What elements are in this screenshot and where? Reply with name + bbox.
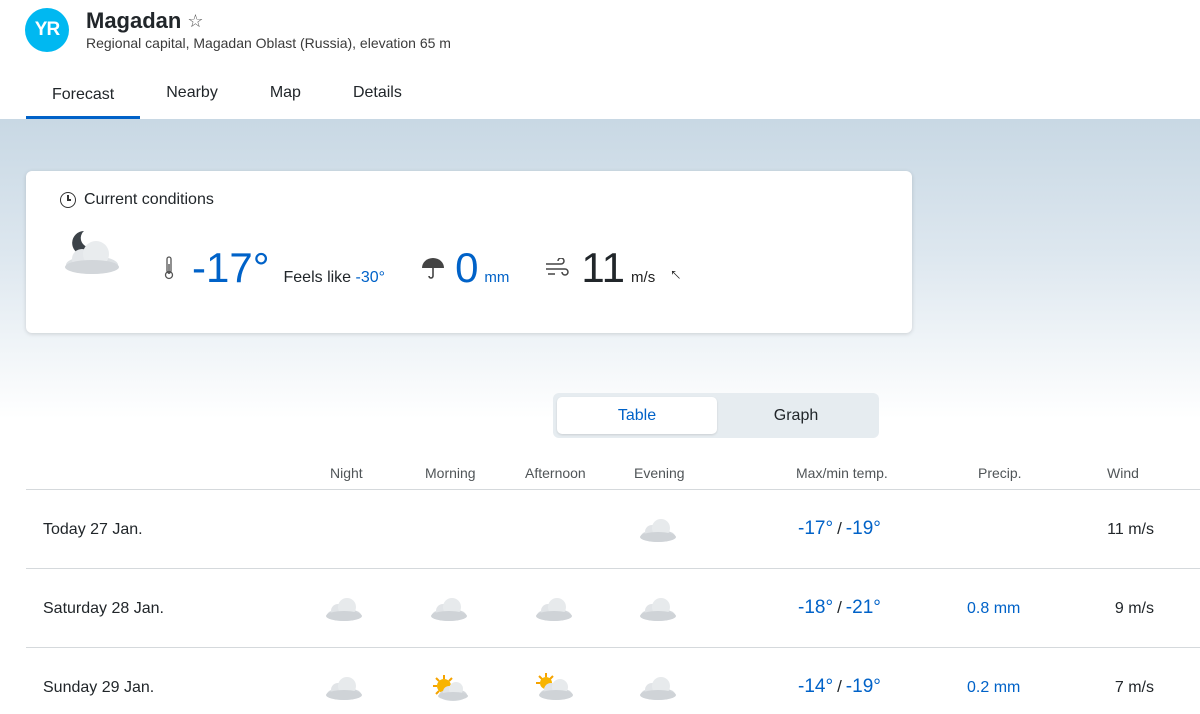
precip-unit: mm bbox=[484, 269, 510, 286]
header-precip: Precip. bbox=[978, 465, 1022, 481]
max-min-temp: -14° / -19° bbox=[798, 676, 881, 698]
min-temp: -19° bbox=[845, 676, 881, 697]
day-label[interactable]: Saturday 28 Jan. bbox=[43, 600, 164, 618]
current-conditions-heading: Current conditions bbox=[60, 191, 214, 209]
table-header: Night Morning Afternoon Evening Max/min … bbox=[26, 455, 1200, 490]
feels-like-label: Feels like bbox=[283, 269, 356, 286]
cloud-icon-afternoon bbox=[536, 598, 572, 621]
header-evening: Evening bbox=[634, 465, 685, 481]
current-wind-speed: 11 bbox=[581, 244, 626, 291]
temp-separator: / bbox=[837, 598, 842, 617]
page-title: Magadan bbox=[86, 8, 182, 33]
cloud-icon-night bbox=[326, 598, 362, 621]
header-morning: Morning bbox=[425, 465, 476, 481]
max-temp: -14° bbox=[798, 676, 834, 697]
view-toggle: Table Graph bbox=[553, 393, 879, 438]
min-temp: -19° bbox=[845, 518, 881, 539]
header-wind: Wind bbox=[1107, 465, 1139, 481]
day-label[interactable]: Today 27 Jan. bbox=[43, 521, 143, 539]
clock-icon bbox=[60, 192, 76, 208]
partly-sunny-icon-morning bbox=[433, 675, 468, 701]
precipitation-value: 0.2 mm bbox=[967, 679, 1021, 696]
tab-forecast[interactable]: Forecast bbox=[26, 78, 141, 119]
max-min-temp: -18° / -21° bbox=[798, 597, 881, 619]
forecast-row[interactable]: Today 27 Jan. -17° / -19° 11 m/s bbox=[26, 490, 1200, 569]
current-temperature: -17° bbox=[192, 244, 270, 291]
wind-value: 11 m/s bbox=[1107, 521, 1154, 538]
min-temp: -21° bbox=[845, 597, 881, 618]
tab-details[interactable]: Details bbox=[327, 78, 428, 119]
current-values-row: -17° Feels like -30° 0 mm 11 m/s → bbox=[164, 244, 687, 291]
partly-cloudy-night-icon bbox=[65, 231, 119, 274]
table-view-button[interactable]: Table bbox=[557, 397, 717, 434]
feels-like: Feels like -30° bbox=[284, 269, 386, 287]
header: YR Magadan ☆ Regional capital, Magadan O… bbox=[0, 0, 1200, 120]
wind-unit: m/s bbox=[631, 269, 656, 286]
yr-logo[interactable]: YR bbox=[25, 8, 69, 52]
max-temp: -18° bbox=[798, 597, 834, 618]
header-maxmin: Max/min temp. bbox=[796, 465, 888, 481]
cloud-icon-evening bbox=[640, 598, 676, 621]
temp-separator: / bbox=[837, 519, 842, 538]
precipitation-value: 0.8 mm bbox=[967, 600, 1021, 617]
favorite-star-icon[interactable]: ☆ bbox=[187, 11, 203, 32]
wind-direction-arrow-icon: → bbox=[660, 263, 688, 291]
forecast-table: Night Morning Afternoon Evening Max/min … bbox=[26, 455, 1200, 714]
temp-separator: / bbox=[837, 677, 842, 696]
partly-sunny-icon-afternoon bbox=[536, 673, 573, 700]
max-min-temp: -17° / -19° bbox=[798, 518, 881, 540]
cloud-icon-evening bbox=[640, 519, 676, 542]
wind-icon bbox=[546, 258, 570, 276]
location-subtitle: Regional capital, Magadan Oblast (Russia… bbox=[86, 35, 451, 51]
forecast-row[interactable]: Sunday 29 Jan. -14° / -19° 0.2 mm 7 m/s bbox=[26, 648, 1200, 714]
feels-like-value: -30° bbox=[355, 269, 386, 286]
header-night: Night bbox=[330, 465, 363, 481]
cloud-icon-morning bbox=[431, 598, 467, 621]
tab-bar: Forecast Nearby Map Details bbox=[26, 78, 428, 119]
current-precipitation: 0 bbox=[455, 244, 479, 291]
wind-value: 7 m/s bbox=[1114, 679, 1154, 696]
cloud-icon-night bbox=[326, 677, 362, 700]
current-conditions-card: Current conditions -17° Feels like -30° … bbox=[26, 171, 912, 333]
max-temp: -17° bbox=[798, 518, 834, 539]
cloud-icon-evening bbox=[640, 677, 676, 700]
thermometer-icon bbox=[164, 256, 174, 280]
header-afternoon: Afternoon bbox=[525, 465, 586, 481]
day-label[interactable]: Sunday 29 Jan. bbox=[43, 679, 154, 697]
title-row: Magadan ☆ bbox=[86, 8, 204, 34]
umbrella-icon bbox=[422, 258, 445, 279]
tab-nearby[interactable]: Nearby bbox=[140, 78, 244, 119]
graph-view-button[interactable]: Graph bbox=[716, 397, 876, 434]
forecast-row[interactable]: Saturday 28 Jan. -18° / -21° 0.8 mm 9 m/s bbox=[26, 569, 1200, 648]
current-conditions-label: Current conditions bbox=[84, 191, 214, 208]
wind-value: 9 m/s bbox=[1114, 600, 1154, 617]
tab-map[interactable]: Map bbox=[244, 78, 327, 119]
